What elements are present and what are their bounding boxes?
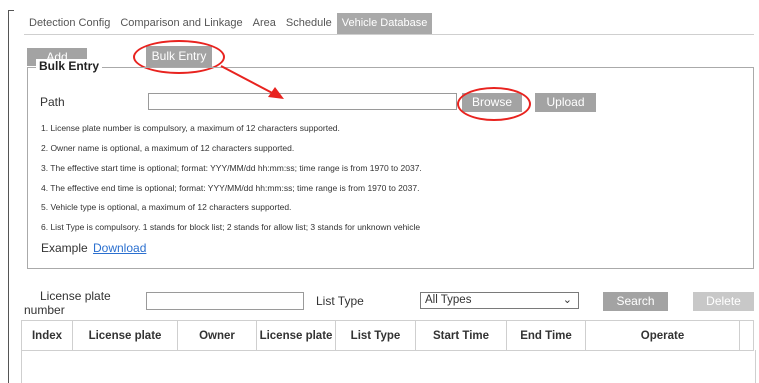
- column-header-index: Index: [21, 320, 73, 351]
- table-body: [21, 350, 756, 383]
- plate-number-input[interactable]: [146, 292, 304, 310]
- search-button[interactable]: Search: [603, 292, 668, 311]
- table-header-row: Index License plate Owner License plate …: [21, 320, 754, 351]
- column-header-end-time: End Time: [506, 320, 586, 351]
- vehicle-table: Index License plate Owner License plate …: [21, 320, 754, 351]
- column-header-list-type: List Type: [335, 320, 416, 351]
- column-header-spacer: [739, 320, 754, 351]
- column-header-operate: Operate: [585, 320, 740, 351]
- delete-button[interactable]: Delete: [693, 292, 754, 311]
- column-header-license-plate: License plate: [72, 320, 178, 351]
- plate-number-label-line1: License plate: [40, 289, 111, 303]
- list-type-select[interactable]: All Types ⌄: [420, 292, 579, 309]
- list-type-label: List Type: [316, 294, 364, 308]
- column-header-start-time: Start Time: [415, 320, 507, 351]
- plate-number-label-line2: number: [24, 303, 65, 317]
- list-type-selected-value: All Types: [425, 294, 472, 306]
- column-header-owner: Owner: [177, 320, 257, 351]
- chevron-down-icon: ⌄: [562, 294, 572, 306]
- column-header-license-plate-2: License plate: [256, 320, 336, 351]
